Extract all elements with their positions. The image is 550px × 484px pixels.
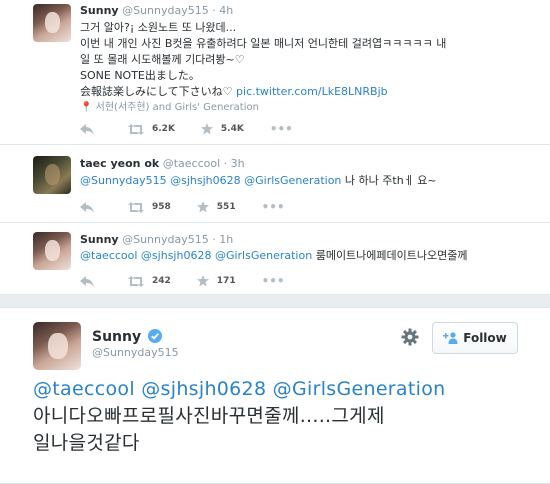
retweet-icon [128,123,144,135]
reply-icon [80,123,94,135]
more-button[interactable]: ••• [262,274,285,288]
tweet-header: taec yeon ok @taeccool · 3h [80,157,245,170]
featured-line-1: 아니다오빠프로필사진바꾸면줄께.....그게제 [33,405,385,427]
tweet-context: 📍 서현(서주현) and Girls' Generation [80,102,259,113]
favorite-count: 171 [216,276,236,286]
location-pin-icon: 📍 [80,102,93,113]
follow-button[interactable]: Follow [432,322,518,354]
favorite-button[interactable]: 171 [196,275,236,287]
featured-author-handle[interactable]: @Sunnyday515 [92,346,179,359]
author-handle[interactable]: @Sunnyday515 [122,233,209,246]
tweet-header: Sunny @Sunnyday515 · 1h [80,233,233,246]
retweet-count: 242 [152,276,171,286]
timestamp[interactable]: · 3h [224,157,245,170]
tweet-1: Sunny @Sunnyday515 · 4h 그거 알아?¡ 소원노트 또 나… [0,0,550,145]
featured-text: @taeccool @sjhsjh0628 @GirlsGeneration 아… [33,376,445,457]
reply-button[interactable] [80,275,102,287]
author-name[interactable]: Sunny [80,4,119,17]
star-icon [196,275,209,287]
retweet-button[interactable]: 6.2K [128,123,175,135]
favorite-count: 5.4K [220,124,244,134]
add-user-icon [443,332,458,344]
more-button[interactable]: ••• [262,200,285,214]
retweet-icon [128,201,144,213]
reply-icon [80,201,94,213]
reply-icon [80,275,94,287]
tweet-line: 会報誌楽しみにして下さいね♡ pic.twitter.com/LkE8LNRBj… [80,85,388,98]
avatar[interactable] [33,232,71,270]
reply-button[interactable] [80,201,102,213]
mention-links[interactable]: @Sunnyday515 @sjhsjh0628 @GirlsGeneratio… [80,174,341,187]
avatar[interactable] [33,4,71,42]
timestamp[interactable]: · 1h [212,233,233,246]
follow-label: Follow [463,331,507,345]
tweet-line: SONE NOTE出ました。 [80,69,200,82]
retweet-count: 6.2K [152,124,175,134]
author-name[interactable]: Sunny [80,233,119,246]
author-handle[interactable]: @taeccool [163,157,220,170]
featured-line-2: 일나을것같다 [33,432,140,454]
author-handle[interactable]: @Sunnyday515 [122,4,209,17]
tweet-line: 그거 알아?¡ 소원노트 또 나왔데... [80,21,237,34]
tweet-3: Sunny @Sunnyday515 · 1h @taeccool @sjhsj… [0,223,550,295]
featured-header: Sunny [92,326,163,345]
favorite-button[interactable]: 5.4K [200,123,244,135]
author-name[interactable]: taec yeon ok [80,157,159,170]
verified-badge-icon [148,329,163,343]
favorite-count: 551 [216,202,236,212]
featured-mentions[interactable]: @taeccool @sjhsjh0628 @GirlsGeneration [33,376,445,403]
tweet-text: @taeccool @sjhsjh0628 @GirlsGeneration 룸… [80,249,468,262]
tweet-line: 이번 내 개인 사진 B컷을 유출하려다 일본 매니저 언니한테 걸려엽ㅋㅋㅋㅋ… [80,37,447,50]
tweet-header: Sunny @Sunnyday515 · 4h [80,4,233,17]
tweet-text: 그거 알아?¡ 소원노트 또 나왔데... 이번 내 개인 사진 B컷을 유출하… [80,20,446,116]
retweet-button[interactable]: 958 [128,201,171,213]
star-icon [200,123,213,135]
reply-button[interactable] [80,123,102,135]
timestamp[interactable]: · 4h [212,4,233,17]
tweet-actions: 958 551 ••• [80,200,311,214]
retweet-icon [128,275,144,287]
mention-links[interactable]: @taeccool @sjhsjh0628 @GirlsGeneration [80,249,312,262]
pic-link[interactable]: pic.twitter.com/LkE8LNRBjb [236,85,388,98]
avatar[interactable] [33,156,71,194]
retweet-count: 958 [152,202,171,212]
gear-icon[interactable] [401,328,419,346]
featured-avatar[interactable] [33,322,81,370]
retweet-button[interactable]: 242 [128,275,171,287]
tweet-line: 일 또 몰래 시도해볼께 기다려봥~♡ [80,53,245,66]
more-button[interactable]: ••• [270,122,293,136]
star-icon [196,201,209,213]
tweet-text: @Sunnyday515 @sjhsjh0628 @GirlsGeneratio… [80,174,437,187]
tweet-actions: 6.2K 5.4K ••• [80,122,319,136]
tweet-2: taec yeon ok @taeccool · 3h @Sunnyday515… [0,145,550,223]
tweet-actions: 242 171 ••• [80,274,311,288]
featured-author-name[interactable]: Sunny [92,329,141,345]
favorite-button[interactable]: 551 [196,201,236,213]
